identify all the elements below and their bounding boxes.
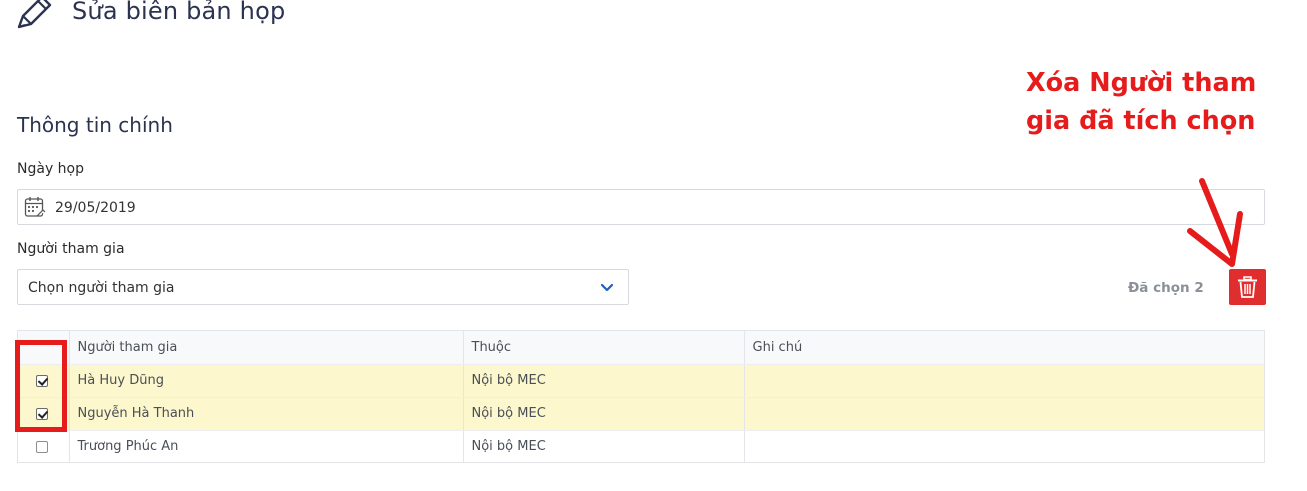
page-title: Sửa biên bản họp (72, 0, 286, 25)
header-note: Ghi chú (744, 331, 1264, 365)
meeting-date-field[interactable]: 29/05/2019 (17, 189, 1265, 225)
participant-org: Nội bộ MEC (463, 430, 745, 463)
meeting-date-label: Ngày họp (17, 161, 84, 177)
table-row[interactable]: Nguyễn Hà Thanh Nội bộ MEC (18, 397, 1264, 431)
participant-name: Trương Phúc An (69, 430, 464, 463)
participant-select[interactable]: Chọn người tham gia (17, 269, 629, 305)
section-title: Thông tin chính (17, 113, 173, 137)
participant-org: Nội bộ MEC (463, 364, 745, 398)
annotation-arrow (1187, 178, 1243, 267)
row-checkbox[interactable] (36, 440, 49, 453)
selected-count: Đã chọn 2 (1128, 280, 1204, 296)
participant-org: Nội bộ MEC (463, 397, 745, 431)
table-row[interactable]: Hà Huy Dũng Nội bộ MEC (18, 364, 1264, 398)
table-header-row: Người tham gia Thuộc Ghi chú (18, 331, 1264, 365)
participants-table: Người tham gia Thuộc Ghi chú Hà Huy Dũng… (17, 330, 1265, 463)
header-participant: Người tham gia (69, 331, 464, 365)
edit-minutes-page: Sửa biên bản họp Thông tin chính Ngày họ… (0, 0, 1307, 491)
participant-name: Hà Huy Dũng (69, 364, 464, 398)
annotation-text: Xóa Người tham gia đã tích chọn (1026, 68, 1257, 136)
chevron-down-icon (600, 283, 614, 292)
calendar-icon (24, 197, 46, 217)
participant-note (744, 430, 1264, 463)
trash-icon (1238, 276, 1257, 298)
participant-note (744, 397, 1264, 431)
pencil-icon (17, 0, 52, 29)
meeting-date-value: 29/05/2019 (55, 200, 136, 216)
annotation-highlight-box (15, 340, 67, 432)
participant-name: Nguyễn Hà Thanh (69, 397, 464, 431)
participant-select-placeholder: Chọn người tham gia (28, 280, 175, 296)
table-row[interactable]: Trương Phúc An Nội bộ MEC (18, 430, 1264, 463)
header-org: Thuộc (463, 331, 745, 365)
participants-label: Người tham gia (17, 241, 125, 257)
participant-note (744, 364, 1264, 398)
